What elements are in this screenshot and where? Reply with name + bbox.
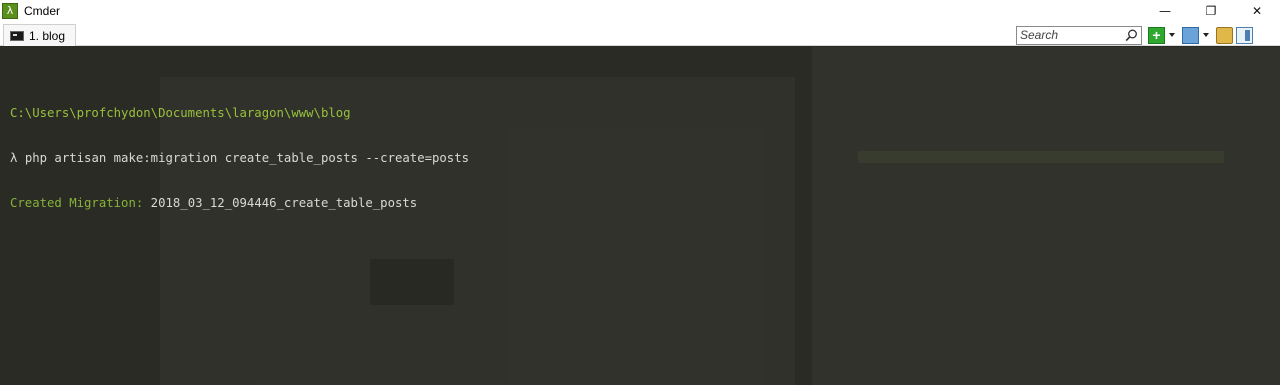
close-icon: ✕ (1251, 4, 1263, 18)
restore-button[interactable]: ❐ (1188, 0, 1234, 22)
new-console-button[interactable]: + (1148, 26, 1165, 44)
search-box[interactable] (1016, 25, 1142, 45)
window-controls: — ❐ ✕ (1142, 0, 1280, 22)
current-path: C:\Users\profchydon\Documents\laragon\ww… (10, 106, 351, 120)
cmder-lambda-icon: λ (2, 3, 18, 19)
console-output: C:\Users\profchydon\Documents\laragon\ww… (10, 76, 469, 241)
minimize-icon: — (1159, 4, 1171, 18)
console-icon (10, 30, 24, 41)
menu-icon[interactable] (1256, 27, 1273, 44)
search-icon[interactable] (1125, 29, 1138, 42)
console-area[interactable]: C:\Users\profchydon\Documents\laragon\ww… (0, 47, 1280, 385)
minimize-button[interactable]: — (1142, 0, 1188, 22)
search-input[interactable] (1020, 27, 1120, 43)
split-dropdown-icon[interactable] (1202, 27, 1210, 44)
new-console-dropdown-icon[interactable] (1168, 27, 1176, 44)
toolbar: + (1016, 24, 1276, 46)
tab-blog[interactable]: 1. blog (3, 24, 76, 46)
tab-bar: 1. blog + (0, 22, 1280, 46)
command-text: php artisan make:migration create_table_… (24, 151, 470, 165)
panel-icon[interactable] (1236, 26, 1253, 44)
title-bar: λ Cmder — ❐ ✕ (0, 0, 1280, 22)
window-title: Cmder (24, 4, 61, 18)
split-icon[interactable] (1182, 26, 1199, 44)
lock-icon[interactable] (1216, 26, 1233, 44)
output-label: Created Migration: (10, 196, 144, 210)
restore-icon: ❐ (1205, 4, 1217, 18)
tab-label: 1. blog (29, 28, 66, 43)
output-value: 2018_03_12_094446_create_table_posts (150, 196, 418, 210)
close-button[interactable]: ✕ (1234, 0, 1280, 22)
prompt-symbol: λ (10, 151, 18, 165)
